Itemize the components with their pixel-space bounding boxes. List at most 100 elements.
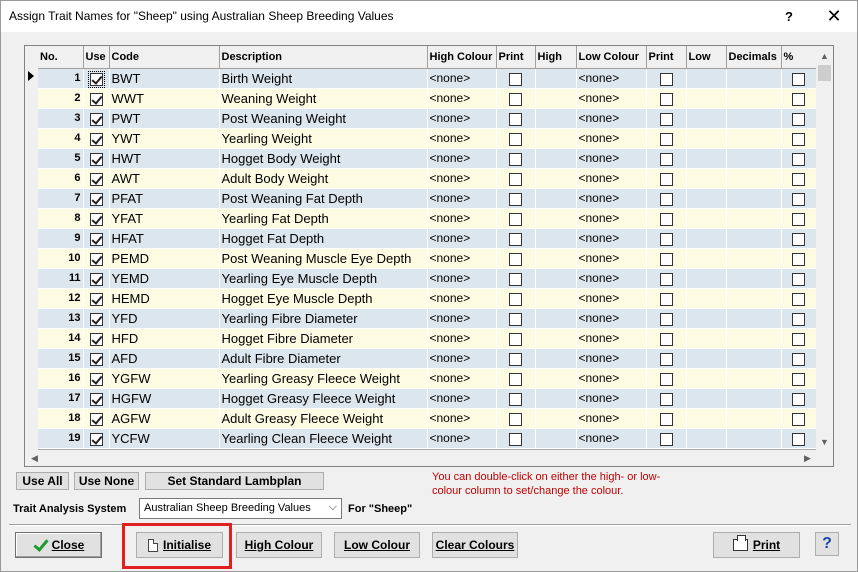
low-colour-cell[interactable]: <none> bbox=[576, 128, 647, 149]
title-close-button[interactable]: ✕ bbox=[812, 1, 856, 32]
use-checkbox[interactable] bbox=[89, 92, 103, 106]
high-print-checkbox[interactable] bbox=[509, 292, 522, 306]
high-print-checkbox[interactable] bbox=[509, 172, 522, 186]
high-print-cell[interactable] bbox=[496, 408, 536, 429]
decimals-cell[interactable] bbox=[726, 228, 782, 249]
percent-cell[interactable] bbox=[781, 148, 817, 169]
high-colour-cell[interactable]: <none> bbox=[427, 88, 497, 109]
use-all-button[interactable]: Use All bbox=[16, 472, 69, 490]
decimals-cell[interactable] bbox=[726, 148, 782, 169]
percent-cell[interactable] bbox=[781, 428, 817, 449]
use-checkbox[interactable] bbox=[89, 152, 103, 166]
decimals-cell[interactable] bbox=[726, 288, 782, 309]
col-header-no[interactable]: No. bbox=[38, 46, 84, 69]
high-colour-cell[interactable]: <none> bbox=[427, 428, 497, 449]
low-colour-cell[interactable]: <none> bbox=[576, 388, 647, 409]
high-cell[interactable] bbox=[535, 368, 577, 389]
table-row[interactable]: 17 HGFW Hogget Greasy Fleece Weight <none> <… bbox=[38, 388, 817, 409]
percent-cell[interactable] bbox=[781, 388, 817, 409]
table-row[interactable]: 2 WWT Weaning Weight <none> <none> bbox=[38, 88, 817, 109]
description-cell[interactable]: Hogget Fat Depth bbox=[219, 228, 428, 249]
low-print-checkbox[interactable] bbox=[659, 212, 673, 226]
use-checkbox[interactable] bbox=[89, 352, 103, 366]
low-colour-cell[interactable]: <none> bbox=[576, 348, 647, 369]
scroll-down-icon[interactable]: ▼ bbox=[816, 433, 833, 450]
high-print-cell[interactable] bbox=[496, 368, 536, 389]
description-cell[interactable]: Yearling Eye Muscle Depth bbox=[219, 268, 428, 289]
low-print-checkbox[interactable] bbox=[659, 132, 673, 146]
use-cell[interactable] bbox=[83, 208, 110, 229]
description-cell[interactable]: Yearling Clean Fleece Weight bbox=[219, 428, 428, 449]
low-print-checkbox[interactable] bbox=[659, 432, 673, 446]
col-header-description[interactable]: Description bbox=[219, 46, 428, 69]
percent-cell[interactable] bbox=[781, 188, 817, 209]
low-print-cell[interactable] bbox=[646, 428, 687, 449]
print-button[interactable]: Print bbox=[713, 532, 800, 558]
use-cell[interactable] bbox=[83, 148, 110, 169]
high-print-cell[interactable] bbox=[496, 168, 536, 189]
high-print-checkbox[interactable] bbox=[509, 112, 522, 126]
col-header-high-colour[interactable]: High Colour bbox=[427, 46, 497, 69]
low-print-cell[interactable] bbox=[646, 328, 687, 349]
percent-checkbox[interactable] bbox=[792, 212, 805, 226]
table-row[interactable]: 8 YFAT Yearling Fat Depth <none> <none> bbox=[38, 208, 817, 229]
low-cell[interactable] bbox=[686, 208, 727, 229]
low-cell[interactable] bbox=[686, 108, 727, 129]
high-print-checkbox[interactable] bbox=[509, 372, 522, 386]
table-row[interactable]: 14 HFD Hogget Fibre Diameter <none> <none> bbox=[38, 328, 817, 349]
low-print-checkbox[interactable] bbox=[659, 272, 673, 286]
high-cell[interactable] bbox=[535, 88, 577, 109]
low-print-cell[interactable] bbox=[646, 128, 687, 149]
use-checkbox[interactable] bbox=[89, 412, 103, 426]
high-cell[interactable] bbox=[535, 128, 577, 149]
percent-cell[interactable] bbox=[781, 228, 817, 249]
table-row[interactable]: 6 AWT Adult Body Weight <none> <none> bbox=[38, 168, 817, 189]
high-print-checkbox[interactable] bbox=[509, 252, 522, 266]
low-cell[interactable] bbox=[686, 328, 727, 349]
percent-checkbox[interactable] bbox=[792, 432, 805, 446]
percent-checkbox[interactable] bbox=[792, 232, 805, 246]
percent-checkbox[interactable] bbox=[792, 292, 805, 306]
percent-checkbox[interactable] bbox=[792, 172, 805, 186]
low-print-checkbox[interactable] bbox=[659, 252, 673, 266]
use-cell[interactable] bbox=[83, 248, 110, 269]
high-colour-cell[interactable]: <none> bbox=[427, 308, 497, 329]
percent-cell[interactable] bbox=[781, 408, 817, 429]
trait-analysis-system-select[interactable]: Australian Sheep Breeding Values ⌵ bbox=[139, 498, 342, 519]
high-colour-cell[interactable]: <none> bbox=[427, 388, 497, 409]
table-row[interactable]: 15 AFD Adult Fibre Diameter <none> <none> bbox=[38, 348, 817, 369]
low-cell[interactable] bbox=[686, 408, 727, 429]
high-colour-cell[interactable]: <none> bbox=[427, 268, 497, 289]
description-cell[interactable]: Yearling Fat Depth bbox=[219, 208, 428, 229]
low-cell[interactable] bbox=[686, 248, 727, 269]
decimals-cell[interactable] bbox=[726, 208, 782, 229]
low-print-cell[interactable] bbox=[646, 408, 687, 429]
high-cell[interactable] bbox=[535, 188, 577, 209]
low-print-checkbox[interactable] bbox=[659, 372, 673, 386]
decimals-cell[interactable] bbox=[726, 188, 782, 209]
use-cell[interactable] bbox=[83, 388, 110, 409]
use-cell[interactable] bbox=[83, 308, 110, 329]
high-cell[interactable] bbox=[535, 428, 577, 449]
use-checkbox[interactable] bbox=[89, 112, 103, 126]
percent-checkbox[interactable] bbox=[792, 272, 805, 286]
description-cell[interactable]: Yearling Weight bbox=[219, 128, 428, 149]
table-row[interactable]: 10 PEMD Post Weaning Muscle Eye Depth <none… bbox=[38, 248, 817, 269]
low-print-cell[interactable] bbox=[646, 188, 687, 209]
use-checkbox[interactable] bbox=[89, 372, 103, 386]
percent-checkbox[interactable] bbox=[792, 392, 805, 406]
percent-checkbox[interactable] bbox=[792, 332, 805, 346]
use-cell[interactable] bbox=[83, 348, 110, 369]
percent-checkbox[interactable] bbox=[792, 112, 805, 126]
high-cell[interactable] bbox=[535, 308, 577, 329]
high-colour-cell[interactable]: <none> bbox=[427, 128, 497, 149]
low-print-cell[interactable] bbox=[646, 168, 687, 189]
use-checkbox[interactable] bbox=[89, 192, 103, 206]
low-print-cell[interactable] bbox=[646, 88, 687, 109]
high-print-cell[interactable] bbox=[496, 428, 536, 449]
code-cell[interactable]: HWT bbox=[109, 148, 220, 169]
code-cell[interactable]: YGFW bbox=[109, 368, 220, 389]
low-print-cell[interactable] bbox=[646, 268, 687, 289]
description-cell[interactable]: Post Weaning Muscle Eye Depth bbox=[219, 248, 428, 269]
low-print-cell[interactable] bbox=[646, 368, 687, 389]
